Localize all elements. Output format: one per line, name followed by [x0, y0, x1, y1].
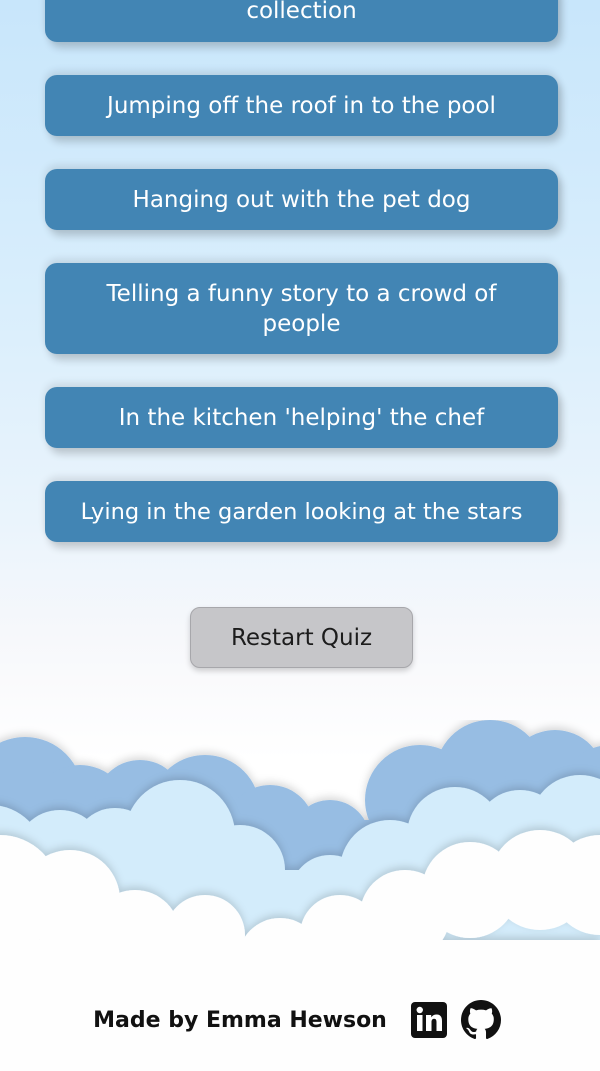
answer-button[interactable]: In the kitchen 'helping' the chef — [45, 387, 558, 448]
answer-button[interactable]: collection — [45, 0, 558, 42]
answer-label: Hanging out with the pet dog — [132, 186, 471, 213]
linkedin-icon[interactable] — [409, 1000, 449, 1040]
answer-button[interactable]: Lying in the garden looking at the stars — [45, 481, 558, 542]
answer-label: Telling a funny story to a crowd of peop… — [106, 280, 497, 337]
restart-quiz-button[interactable]: Restart Quiz — [190, 607, 413, 668]
answer-label: Jumping off the roof in to the pool — [107, 92, 496, 119]
github-icon[interactable] — [460, 1000, 501, 1040]
footer: Made by Emma Hewson — [0, 990, 600, 1050]
answer-button[interactable]: Hanging out with the pet dog — [45, 169, 558, 230]
footer-credit: Made by Emma Hewson — [93, 1007, 387, 1033]
restart-quiz-label: Restart Quiz — [230, 624, 373, 651]
answer-button[interactable]: Jumping off the roof in to the pool — [45, 75, 558, 136]
answer-button[interactable]: Telling a funny story to a crowd of peop… — [45, 263, 558, 354]
answer-label: Lying in the garden looking at the stars — [80, 498, 523, 525]
answer-label: collection — [246, 0, 357, 24]
answer-label: In the kitchen 'helping' the chef — [118, 404, 485, 431]
